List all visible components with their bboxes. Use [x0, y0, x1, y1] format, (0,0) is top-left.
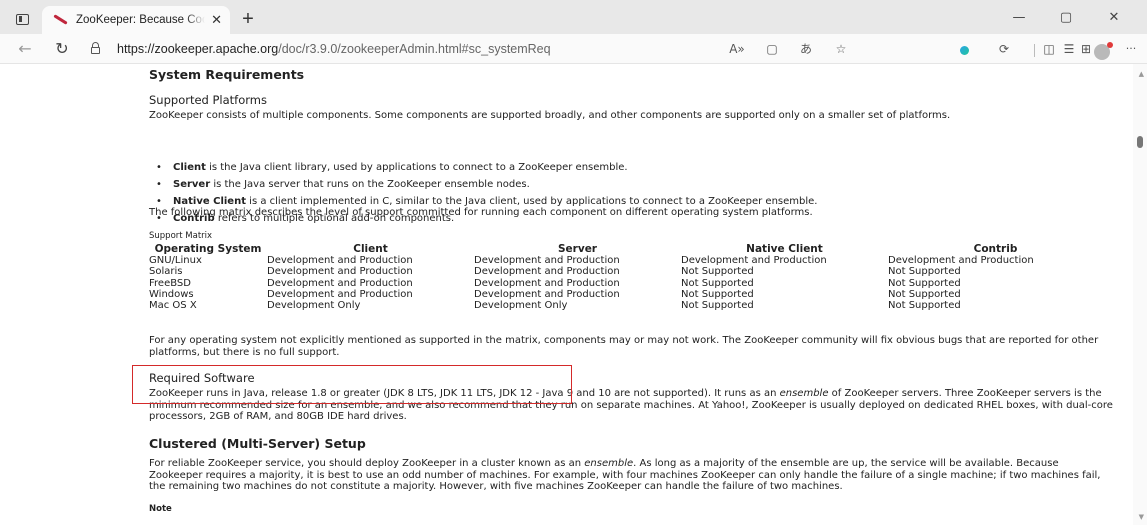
- translate-icon[interactable]: あ: [797, 41, 815, 57]
- column-header: Client: [353, 242, 388, 255]
- table-cell: Development and Production: [267, 289, 413, 301]
- back-button[interactable]: ←: [14, 39, 36, 59]
- system-requirements-heading: System Requirements: [149, 67, 305, 82]
- table-cell: Development and Production: [474, 277, 620, 289]
- matrix-caption: Support Matrix: [149, 231, 213, 241]
- table-cell: Development and Production: [267, 277, 413, 289]
- tab-actions-icon: [15, 13, 29, 25]
- scroll-down-arrow-icon[interactable]: ▼: [1139, 513, 1144, 521]
- browser-toolbar: ← ↻ https://zookeeper.apache.org/doc/r3.…: [0, 34, 1147, 64]
- tab-strip: ZooKeeper: Because Coordinating Distribu…: [0, 0, 1147, 34]
- zookeeper-favicon-icon: [52, 14, 68, 26]
- column-header: Server: [557, 242, 597, 255]
- platforms-intro: ZooKeeper consists of multiple component…: [149, 110, 951, 121]
- tab-title: ZooKeeper: Because Coordinating Distribu…: [76, 14, 205, 26]
- maximize-button[interactable]: ▢: [1046, 8, 1086, 28]
- table-cell: Development and Production: [267, 255, 413, 267]
- table-cell: Development and Production: [474, 266, 620, 278]
- reload-button[interactable]: ↻: [51, 39, 73, 59]
- table-row: GNU/Linux Development and Production Dev…: [149, 255, 1103, 266]
- close-window-button[interactable]: ✕: [1094, 8, 1134, 28]
- table-row: Mac OS X Development Only Development On…: [149, 300, 1103, 311]
- table-cell: Not Supported: [681, 289, 754, 301]
- lock-icon[interactable]: [91, 42, 100, 55]
- tab-close-icon[interactable]: ✕: [211, 14, 222, 27]
- url-path: /doc/r3.9.0/zookeeperAdmin.html#sc_syste…: [278, 42, 551, 56]
- favorite-star-icon[interactable]: ☆: [832, 41, 850, 57]
- table-cell: Development and Production: [474, 255, 620, 267]
- page-content: System Requirements Supported Platforms …: [0, 64, 1133, 525]
- highlight-annotation-box: [132, 365, 572, 404]
- copilot-icon[interactable]: [960, 46, 969, 55]
- minimize-button[interactable]: —: [999, 8, 1039, 28]
- table-cell: Mac OS X: [149, 300, 197, 312]
- supported-platforms-heading: Supported Platforms: [149, 93, 267, 107]
- table-row: Windows Development and Production Devel…: [149, 289, 1103, 300]
- table-row: FreeBSD Development and Production Devel…: [149, 278, 1103, 289]
- browser-tab-active[interactable]: ZooKeeper: Because Coordinating Distribu…: [42, 6, 230, 34]
- clustered-setup-heading: Clustered (Multi-Server) Setup: [149, 436, 366, 451]
- table-cell: Windows: [149, 289, 194, 301]
- table-cell: GNU/Linux: [149, 255, 202, 267]
- collections-icon[interactable]: ⊞: [1077, 41, 1095, 57]
- vertical-scrollbar[interactable]: [1133, 64, 1147, 525]
- table-cell: Not Supported: [681, 266, 754, 278]
- url-host: https://zookeeper.apache.org: [117, 42, 279, 56]
- address-bar[interactable]: https://zookeeper.apache.org/doc/r3.9.0/…: [117, 42, 551, 56]
- scrollbar-thumb[interactable]: [1137, 136, 1143, 148]
- table-cell: FreeBSD: [149, 277, 191, 289]
- table-cell: Not Supported: [681, 277, 754, 289]
- table-cell: Development Only: [474, 300, 568, 312]
- profile-avatar[interactable]: [1094, 42, 1113, 60]
- table-row: Solaris Development and Production Devel…: [149, 266, 1103, 277]
- tab-actions-button[interactable]: [8, 7, 36, 31]
- table-cell: Not Supported: [681, 300, 754, 312]
- table-cell: Development Only: [267, 300, 361, 312]
- table-cell: Solaris: [149, 266, 183, 278]
- favorites-icon[interactable]: ☰: [1060, 41, 1078, 57]
- support-matrix-table: Operating System Client Server Native Cl…: [149, 242, 1103, 312]
- extensions-icon[interactable]: ⟳: [995, 41, 1013, 57]
- more-menu-icon[interactable]: ···: [1122, 41, 1140, 57]
- clustered-setup-text: For reliable ZooKeeper service, you shou…: [149, 458, 1101, 493]
- table-cell: Development and Production: [888, 255, 1034, 267]
- matrix-footer-text: For any operating system not explicitly …: [149, 335, 1099, 358]
- toolbar-separator: [1034, 44, 1035, 57]
- table-cell: Development and Production: [267, 266, 413, 278]
- column-header: Native Client: [746, 242, 823, 255]
- scroll-up-arrow-icon[interactable]: ▲: [1139, 70, 1144, 78]
- table-cell: Not Supported: [888, 266, 961, 278]
- read-aloud-icon[interactable]: A»: [728, 41, 746, 57]
- immersive-reader-icon[interactable]: ▢: [763, 41, 781, 57]
- table-cell: Development and Production: [474, 289, 620, 301]
- column-header: Contrib: [973, 242, 1018, 255]
- table-cell: Development and Production: [681, 255, 827, 267]
- table-header-row: Operating System Client Server Native Cl…: [149, 242, 1103, 255]
- split-screen-icon[interactable]: ◫: [1040, 41, 1058, 57]
- table-cell: Not Supported: [888, 300, 961, 312]
- table-cell: Not Supported: [888, 277, 961, 289]
- note-label: Note: [149, 504, 172, 514]
- new-tab-button[interactable]: +: [236, 8, 260, 32]
- column-header: Operating System: [154, 242, 262, 255]
- table-cell: Not Supported: [888, 289, 961, 301]
- matrix-intro: The following matrix describes the level…: [149, 207, 813, 218]
